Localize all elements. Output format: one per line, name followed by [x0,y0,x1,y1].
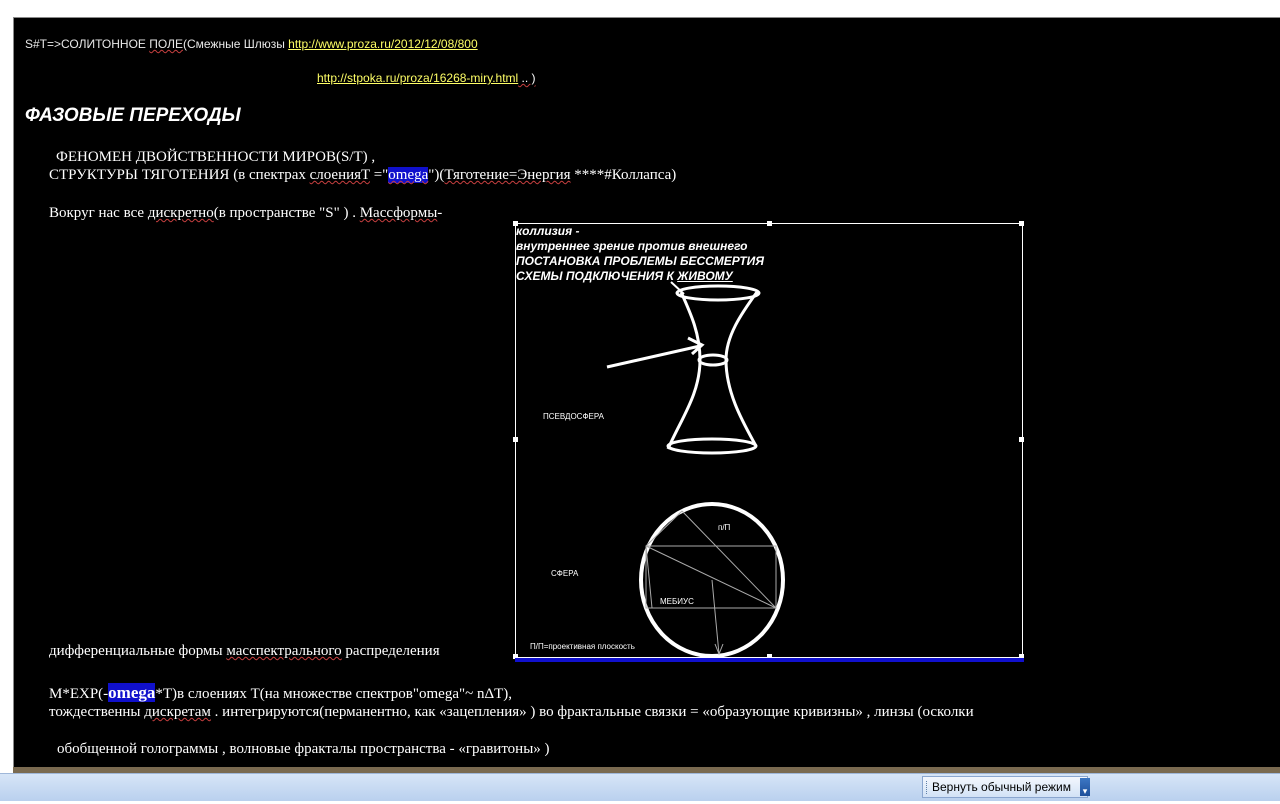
resize-handle[interactable] [767,221,772,226]
selection-highlight-bar [515,658,1024,662]
text-span: Вокруг нас все [49,205,148,221]
text-span: Массформы [359,205,438,221]
resize-handle[interactable] [1019,437,1024,442]
text-span: тождественны [49,704,145,720]
grip-icon [926,781,929,794]
body-line-5: M*EXP(-omega*T)в слоениях T(на множестве… [49,683,512,703]
caption-line: коллизия - [516,224,580,238]
body-line-7: обобщенной голограммы , волновые фрактал… [57,741,550,757]
text-span: . интегрируются(перманентно, как «зацепл… [210,704,974,720]
label-pseudosphere: ПСЕВДОСФЕРА [543,412,604,421]
header-pole: ПОЛЕ [149,37,183,51]
body-line-1: ФЕНОМЕН ДВОЙСТВЕННОСТИ МИРОВ(S/T) , [56,149,376,165]
header-prefix: S#T=>СОЛИТОННОЕ [25,37,150,51]
return-normal-mode-button[interactable]: Вернуть обычный режим [922,776,1088,798]
header-line: S#T=>СОЛИТОННОЕ ПОЛЕ(Смежные Шлюзы http:… [25,37,478,51]
document-page: S#T=>СОЛИТОННОЕ ПОЛЕ(Смежные Шлюзы http:… [13,17,1280,770]
text-span: ")( [428,167,445,183]
text-span: распределения [341,643,440,659]
text-span: дифференциальные формы [49,643,227,659]
text-span: СТРУКТУРЫ ТЯГОТЕНИЯ (в спектрах [49,167,310,183]
diagram-image[interactable]: коллизия - внутреннее зрение против внеш… [513,221,1024,659]
resize-handle[interactable] [513,221,518,226]
figure-caption: коллизия - внутреннее зрение против внеш… [516,224,764,284]
label-projective-plane: П/П=проективная плоскость [530,642,635,651]
text-span: ****#Коллапса) [570,167,677,183]
omega-highlight: omega [388,167,429,183]
return-normal-mode-label: Вернуть обычный режим [932,780,1071,794]
text-span: =" [369,167,389,183]
resize-handle[interactable] [1019,221,1024,226]
text-span: - [437,205,443,221]
text-span: дискретно [147,205,214,221]
caption-line: внутреннее зрение против внешнего [516,239,748,253]
body-line-6: тождественны дискретам . интегрируются(п… [49,704,974,721]
caption-text: ЖИВОМУ [677,269,733,283]
body-line-3: Вокруг нас все дискретно(в пространстве … [49,205,442,222]
label-mobius: МЕБИУС [660,597,694,606]
link-stpoka[interactable]: http://stpoka.ru/proza/16268-miry.html [317,71,518,85]
header-line-2: http://stpoka.ru/proza/16268-miry.html .… [317,71,536,85]
body-line-2: СТРУКТУРЫ ТЯГОТЕНИЯ (в спектрах слоенияT… [49,167,676,184]
caption-line: СХЕМЫ ПОДКЛЮЧЕНИЯ К ЖИВОМУ [516,269,764,284]
page-heading: ФАЗОВЫЕ ПЕРЕХОДЫ [25,105,241,126]
label-sphere: СФЕРА [551,569,579,578]
text-span: слоенияT [309,167,370,183]
resize-handle[interactable] [513,437,518,442]
label-pp: п/П [718,523,731,532]
text-span: *T)в слоениях T(на множестве спектров"om… [155,686,513,702]
header-paren: (Смежные Шлюзы [182,37,289,51]
link-proza[interactable]: http://www.proza.ru/2012/12/08/800 [288,37,477,51]
chevron-down-icon[interactable]: ▾ [1080,778,1090,796]
diagram-drawing [606,281,785,657]
caption-text: СХЕМЫ ПОДКЛЮЧЕНИЯ К [516,269,678,283]
link-stpoka-tail: .. ) [518,71,536,85]
text-span: дискретам [144,704,211,720]
text-span: M*EXP(- [49,686,109,702]
text-span: (в пространстве "S" ) . [213,205,360,221]
text-span: Тяготение=Энергия [444,167,571,183]
omega-highlight-bold: omega [108,683,156,702]
text-span: масспектрального [226,643,342,659]
body-line-4: дифференциальные формы масспектрального … [49,643,440,660]
caption-line: ПОСТАНОВКА ПРОБЛЕМЫ БЕССМЕРТИЯ [516,254,765,268]
